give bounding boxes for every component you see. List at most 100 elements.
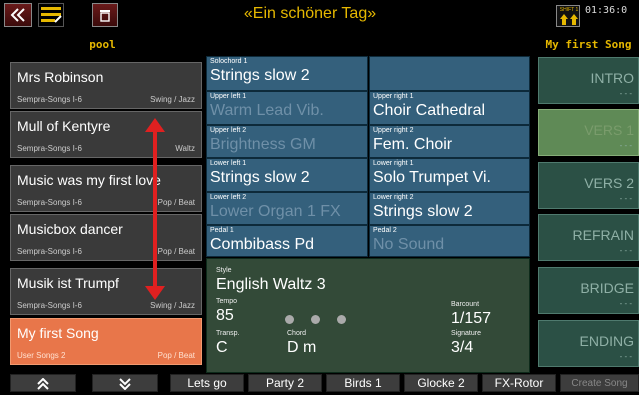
song-item[interactable]: Musicbox dancer Sempra-Songs I-6 Pop / B… (10, 214, 202, 261)
double-chevron-left-icon (10, 8, 25, 22)
beat-dot-icon (337, 315, 346, 324)
song-style: Waltz (175, 144, 195, 153)
voice-value: Strings slow 2 (210, 169, 310, 186)
menu-button[interactable] (38, 3, 64, 27)
part-intro-button[interactable]: INTRO - - - (538, 57, 639, 104)
voice-pedal1[interactable]: Pedal 1 Combibass Pd (206, 225, 368, 257)
transp-value: C (216, 339, 228, 356)
double-chevron-down-icon (119, 378, 131, 391)
part-sub: - - - (619, 299, 632, 308)
fx-rotor-button[interactable]: FX-Rotor (482, 374, 556, 392)
song-library: Sempra-Songs I-6 (17, 198, 82, 207)
song-item-selected[interactable]: My first Song User Songs 2 Pop / Beat (10, 318, 202, 365)
voice-label: Lower right 1 (373, 160, 414, 167)
voice-label: Upper right 2 (373, 127, 414, 134)
part-label: BRIDGE (580, 280, 634, 296)
voice-label: Lower left 2 (210, 194, 247, 201)
song-name: Mrs Robinson (17, 69, 104, 85)
voice-label: Upper left 1 (210, 93, 247, 100)
delete-button[interactable] (92, 3, 118, 27)
song-item[interactable]: Mrs Robinson Sempra-Songs I-6 Swing / Ja… (10, 62, 202, 109)
shift-button[interactable]: SHIFT 1 (556, 5, 580, 27)
part-sub: - - - (619, 194, 632, 203)
voice-label: Lower right 2 (373, 194, 414, 201)
voice-value: Choir Cathedral (373, 102, 486, 119)
shift-label: SHIFT 1 (559, 7, 579, 13)
song-library: Sempra-Songs I-6 (17, 95, 82, 104)
voice-upper-left1[interactable]: Upper left 1 Warm Lead Vib. (206, 91, 368, 125)
song-name: Mull of Kentyre (17, 118, 111, 134)
part-label: REFRAIN (572, 227, 634, 243)
part-ending-button[interactable]: ENDING - - - (538, 320, 639, 367)
birds-1-button[interactable]: Birds 1 (326, 374, 400, 392)
voice-lower-left2[interactable]: Lower left 2 Lower Organ 1 FX (206, 192, 368, 225)
song-name: My first Song (17, 325, 99, 341)
song-name: Musicbox dancer (17, 221, 123, 237)
voice-label: Pedal 2 (373, 227, 397, 234)
lets-go-button[interactable]: Lets go (170, 374, 244, 392)
voice-lower-right2[interactable]: Lower right 2 Strings slow 2 (369, 192, 530, 225)
voice-value: Solo Trumpet Vi. (373, 169, 491, 186)
voice-solochord1[interactable]: Solochord 1 Strings slow 2 (206, 56, 368, 91)
back-button[interactable] (4, 3, 32, 27)
part-sub: - - - (619, 89, 632, 98)
party-2-button[interactable]: Party 2 (248, 374, 322, 392)
transp-label: Transp. (216, 330, 240, 337)
glocke-2-button[interactable]: Glocke 2 (404, 374, 478, 392)
part-sub: - - - (619, 141, 632, 150)
style-label: Style (216, 267, 232, 274)
voice-label: Upper right 1 (373, 93, 414, 100)
style-panel[interactable]: Style English Waltz 3 Tempo 85 Barcount … (206, 258, 530, 373)
song-item[interactable]: Musik ist Trumpf Sempra-Songs I-6 Swing … (10, 268, 202, 315)
voice-label: Lower left 1 (210, 160, 247, 167)
signature-value: 3/4 (451, 339, 474, 356)
song-library: Sempra-Songs I-6 (17, 301, 82, 310)
voice-label: Solochord 1 (210, 58, 248, 65)
song-style: Swing / Jazz (150, 95, 195, 104)
voice-value: Warm Lead Vib. (210, 102, 324, 119)
tempo-value: 85 (216, 307, 234, 324)
voice-value: Strings slow 2 (210, 67, 310, 84)
voice-upper-right2[interactable]: Upper right 2 Fem. Choir (369, 125, 530, 158)
menu-list-icon (41, 7, 62, 23)
clock: 01:36:0 (585, 5, 628, 16)
shift-icon (560, 14, 578, 25)
create-song-button[interactable]: Create Song (560, 374, 639, 392)
voice-lower-left1[interactable]: Lower left 1 Strings slow 2 (206, 158, 368, 192)
voice-value: No Sound (373, 236, 445, 253)
pool-label: pool (89, 38, 116, 51)
song-item[interactable]: Music was my first love Sempra-Songs I-6… (10, 165, 202, 212)
song-item[interactable]: Mull of Kentyre Sempra-Songs I-6 Waltz (10, 111, 202, 158)
song-style: Pop / Beat (157, 351, 195, 360)
voice-value: Strings slow 2 (373, 203, 473, 220)
part-sub: - - - (619, 246, 632, 255)
signature-label: Signature (451, 330, 481, 337)
scroll-up-button[interactable] (10, 374, 76, 392)
voice-upper-left2[interactable]: Upper left 2 Brightness GM (206, 125, 368, 158)
song-library: Sempra-Songs I-6 (17, 247, 82, 256)
song-library: User Songs 2 (17, 351, 66, 360)
part-refrain-button[interactable]: REFRAIN - - - (538, 214, 639, 261)
tempo-label: Tempo (216, 298, 238, 305)
part-sub: - - - (619, 352, 632, 361)
voice-label: Upper left 2 (210, 127, 247, 134)
voice-empty[interactable] (369, 56, 530, 91)
trash-icon (100, 10, 110, 22)
chord-value: D m (287, 339, 317, 356)
voice-value: Combibass Pd (210, 236, 315, 253)
voice-lower-right1[interactable]: Lower right 1 Solo Trumpet Vi. (369, 158, 530, 192)
current-song-label: My first Song (545, 38, 632, 51)
song-library: Sempra-Songs I-6 (17, 144, 82, 153)
part-vers1-button[interactable]: VERS 1 - - - (538, 109, 639, 156)
song-style: Swing / Jazz (150, 301, 195, 310)
voice-value: Brightness GM (210, 136, 316, 153)
song-name: Musik ist Trumpf (17, 275, 119, 291)
part-label: VERS 2 (584, 175, 634, 191)
part-bridge-button[interactable]: BRIDGE - - - (538, 267, 639, 314)
voice-pedal2[interactable]: Pedal 2 No Sound (369, 225, 530, 257)
voice-upper-right1[interactable]: Upper right 1 Choir Cathedral (369, 91, 530, 125)
scroll-down-button[interactable] (92, 374, 158, 392)
part-vers2-button[interactable]: VERS 2 - - - (538, 162, 639, 209)
part-label: VERS 1 (584, 122, 634, 138)
double-chevron-up-icon (37, 377, 49, 390)
